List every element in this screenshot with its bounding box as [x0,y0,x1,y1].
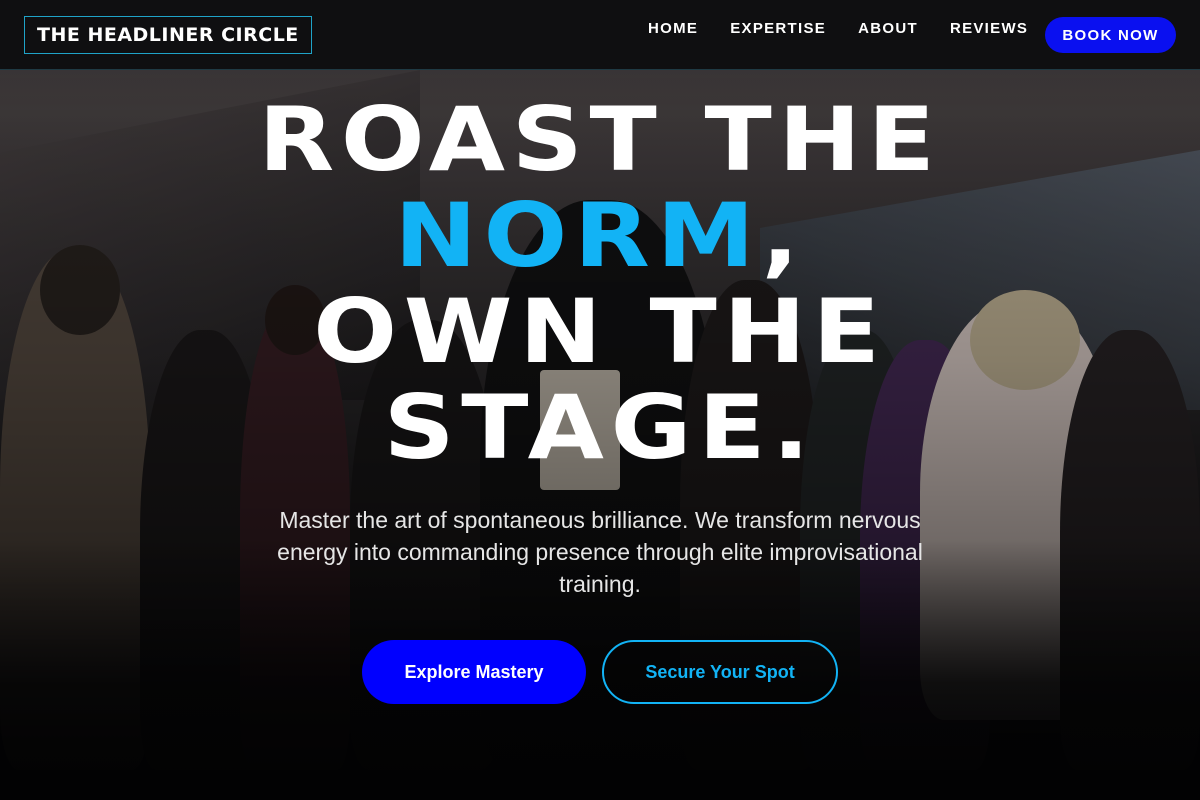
hero-headline: ROAST THE NORM, OWN THE STAGE. [0,92,1200,476]
site-header: THE HEADLINER CIRCLE HOME EXPERTISE ABOU… [0,0,1200,70]
nav-reviews-link[interactable]: REVIEWS [934,20,1044,37]
nav-home-link[interactable]: HOME [632,20,714,37]
nav-about-link[interactable]: ABOUT [842,20,934,37]
headline-line-3: OWN THE [313,280,887,383]
headline-line-1: ROAST THE [258,88,942,191]
site-logo[interactable]: THE HEADLINER CIRCLE [24,16,312,54]
headline-line-2: NORM, [0,188,1200,284]
nav-expertise-link[interactable]: EXPERTISE [714,20,842,37]
headline-line-4: STAGE. [383,376,817,479]
landing-page: THE HEADLINER CIRCLE HOME EXPERTISE ABOU… [0,0,1200,800]
headline-accent-word: NORM [394,184,762,287]
headline-comma: , [761,184,806,287]
explore-mastery-button[interactable]: Explore Mastery [362,640,586,704]
hero-section: ROAST THE NORM, OWN THE STAGE. Master th… [0,70,1200,800]
main-nav: HOME EXPERTISE ABOUT REVIEWS [632,0,1044,56]
hero-subtext: Master the art of spontaneous brilliance… [277,507,923,597]
book-now-button[interactable]: BOOK NOW [1045,17,1176,53]
hero-cta-group: Explore Mastery Secure Your Spot [362,640,838,704]
secure-your-spot-button[interactable]: Secure Your Spot [602,640,838,704]
